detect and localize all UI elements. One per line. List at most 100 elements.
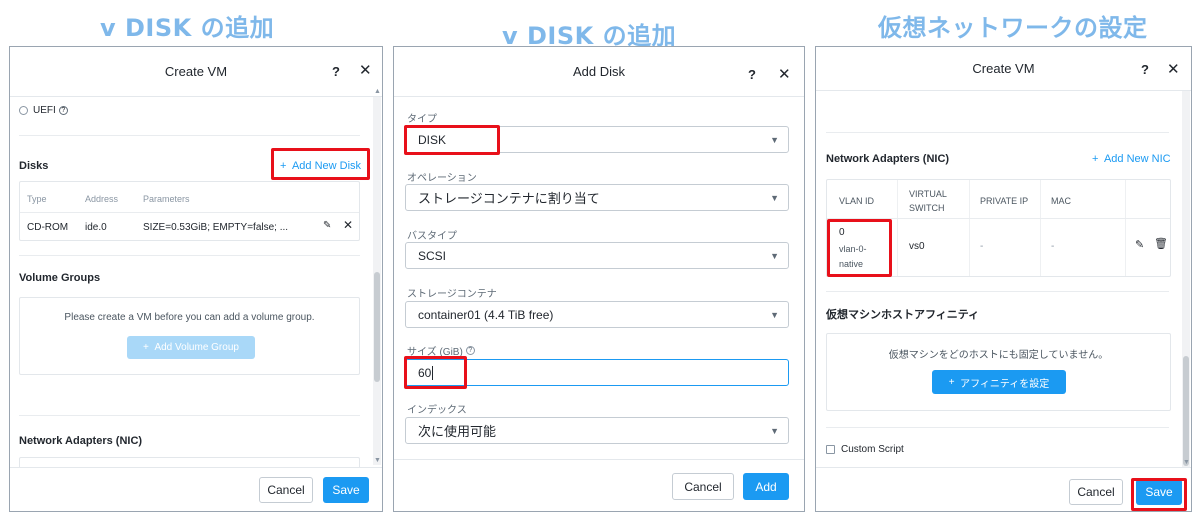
col-private-ip: PRIVATE IP [980, 196, 1029, 206]
container-select[interactable]: container01 (4.4 TiB free) ▼ [405, 301, 789, 328]
dialog-title: Add Disk [572, 64, 626, 79]
disk-type: CD-ROM [27, 222, 69, 233]
plus-icon: + [143, 342, 149, 353]
operation-select[interactable]: ストレージコンテナに割り当て ▼ [405, 184, 789, 211]
dialog-footer: Cancel Save [816, 467, 1191, 511]
size-label: サイズ (GiB) [407, 347, 463, 358]
add-volume-group-button: + Add Volume Group [127, 336, 255, 359]
chevron-down-icon: ▼ [770, 251, 779, 261]
scrollbar[interactable] [373, 97, 381, 465]
disks-table: Type Address Parameters CD-ROM ide.0 SIZ… [19, 181, 360, 241]
help-icon[interactable]: ? [1141, 62, 1149, 77]
set-affinity-label: アフィニティを設定 [960, 378, 1050, 390]
close-icon[interactable]: ✕ [778, 65, 791, 83]
index-select[interactable]: 次に使用可能 ▼ [405, 417, 789, 444]
close-icon[interactable]: ✕ [1167, 60, 1180, 78]
edit-icon[interactable]: ✎ [323, 220, 331, 231]
operation-value: ストレージコンテナに割り当て [418, 191, 600, 206]
private-ip: - [980, 241, 984, 252]
scroll-down-icon[interactable]: ▼ [1183, 459, 1190, 466]
uefi-label: UEFI [33, 105, 56, 116]
add-new-disk-link[interactable]: + Add New Disk [280, 160, 361, 172]
cancel-button[interactable]: Cancel [259, 477, 313, 503]
bustype-label: バスタイプ [407, 231, 457, 242]
network-adapters-title: Network Adapters (NIC) [826, 153, 950, 165]
size-input[interactable]: 60 [405, 359, 789, 386]
heading-right: 仮想ネットワークの設定 [878, 14, 1148, 42]
add-button[interactable]: Add [743, 473, 789, 500]
cancel-button[interactable]: Cancel [672, 473, 734, 500]
index-label: インデックス [407, 405, 467, 416]
dialog-header: Create VM [10, 47, 382, 97]
dialog-title: Create VM [972, 61, 1035, 76]
trash-icon[interactable]: 🗑 [1154, 237, 1168, 250]
col-vlan-id: VLAN ID [839, 196, 875, 206]
col-mac: MAC [1051, 196, 1071, 206]
type-value: DISK [418, 132, 447, 147]
bustype-value: SCSI [418, 248, 447, 263]
delete-icon[interactable]: ✕ [343, 218, 353, 232]
virtual-switch: vs0 [909, 241, 925, 252]
create-vm-dialog-network: Create VM ? ✕ Network Adapters (NIC) + A… [815, 46, 1192, 512]
plus-icon: + [948, 376, 955, 388]
container-label: ストレージコンテナ [407, 289, 497, 300]
chevron-down-icon: ▼ [770, 426, 779, 436]
dialog-footer: Cancel Add [394, 459, 804, 511]
container-value: container01 (4.4 TiB free) [418, 307, 554, 322]
vlan-id: 0 [839, 227, 845, 238]
plus-icon: + [280, 160, 287, 172]
col-type: Type [27, 194, 47, 204]
uefi-option[interactable]: UEFI ? [19, 105, 68, 116]
close-icon[interactable]: ✕ [359, 61, 372, 79]
help-icon[interactable]: ? [332, 64, 340, 79]
affinity-title: 仮想マシンホストアフィニティ [826, 309, 980, 321]
type-select[interactable]: DISK ▼ [405, 126, 789, 153]
col-virtual-switch: VIRTUAL SWITCH [909, 189, 947, 213]
save-button[interactable]: Save [1136, 479, 1182, 505]
add-new-disk-label: Add New Disk [291, 160, 362, 172]
help-icon[interactable]: ? [748, 67, 756, 82]
scrollbar-thumb[interactable] [374, 272, 380, 382]
dialog-title: Create VM [164, 64, 228, 79]
scroll-up-icon[interactable]: ▲ [374, 88, 381, 95]
create-vm-dialog-disks: Create VM ? ✕ UEFI ? Disks + Add New Dis… [9, 46, 383, 512]
network-adapters-title: Network Adapters (NIC) [19, 435, 143, 447]
checkbox-icon[interactable] [826, 445, 835, 454]
edit-icon[interactable]: ✎ [1135, 238, 1144, 251]
scrollbar[interactable] [1182, 91, 1190, 469]
text-cursor [432, 365, 434, 380]
scrollbar-thumb[interactable] [1183, 356, 1189, 466]
col-parameters: Parameters [143, 194, 190, 204]
volume-groups-message: Please create a VM before you can add a … [64, 312, 315, 323]
table-row: CD-ROM ide.0 SIZE=0.53GiB; EMPTY=false; … [20, 213, 359, 241]
dialog-header: Add Disk [394, 47, 804, 97]
table-row: 0 vlan-0-native vs0 - - ✎ 🗑 [827, 219, 1170, 277]
volume-groups-box: Please create a VM before you can add a … [19, 297, 360, 375]
add-disk-dialog: Add Disk ? ✕ タイプ DISK ▼ オペレーション ストレージコンテ… [393, 46, 805, 512]
affinity-box: 仮想マシンをどのホストにも固定していません。 + アフィニティを設定 [826, 333, 1171, 411]
size-label-group: サイズ (GiB) ? [407, 343, 475, 358]
bustype-select[interactable]: SCSI ▼ [405, 242, 789, 269]
chevron-down-icon: ▼ [770, 193, 779, 203]
index-value: 次に使用可能 [418, 424, 497, 439]
nic-table: VLAN ID VIRTUAL SWITCH PRIVATE IP MAC 0 … [826, 179, 1171, 277]
volume-groups-title: Volume Groups [19, 272, 101, 284]
cancel-button[interactable]: Cancel [1069, 479, 1123, 505]
operation-label: オペレーション [407, 173, 477, 184]
dialog-header: Create VM [816, 47, 1191, 91]
add-new-nic-link[interactable]: + Add New NIC [1092, 153, 1171, 165]
custom-script-option[interactable]: Custom Script [826, 444, 904, 455]
set-affinity-button[interactable]: + アフィニティを設定 [932, 370, 1066, 394]
radio-icon[interactable] [19, 106, 28, 115]
info-icon: ? [58, 106, 68, 115]
custom-script-label: Custom Script [841, 444, 904, 455]
col-address: Address [85, 194, 119, 204]
scroll-down-icon[interactable]: ▼ [374, 457, 381, 464]
vlan-name: vlan-0-native [839, 244, 867, 269]
disks-title: Disks [19, 160, 49, 172]
disk-address: ide.0 [85, 222, 107, 233]
info-icon: ? [465, 346, 475, 355]
save-button[interactable]: Save [323, 477, 369, 503]
mac: - [1051, 241, 1055, 252]
add-volume-group-label: Add Volume Group [154, 342, 239, 353]
